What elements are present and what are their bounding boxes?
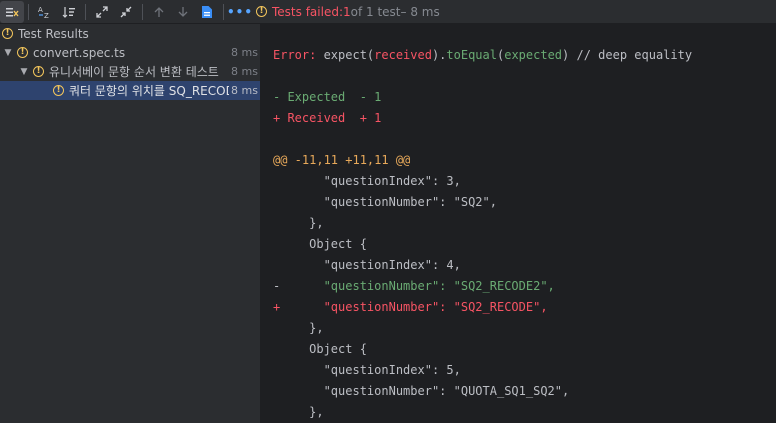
svg-text:A: A: [38, 6, 43, 14]
status-total: of 1 test: [350, 4, 401, 19]
warning-icon: !: [33, 66, 44, 77]
status-failed-count: 1: [343, 4, 351, 19]
diff-line: "questionNumber": "SQ2",: [273, 192, 497, 213]
export-file-icon: [202, 5, 212, 18]
diff-line: "questionIndex": 5,: [273, 360, 461, 381]
diff-line: Object {: [273, 234, 367, 255]
diff-hunk-header: @@ -11,11 +11,11 @@: [273, 153, 411, 167]
test-tree: ! Test Results ▼! convert.spec.ts 8 ms ▼! 유니서베…: [0, 24, 260, 100]
warning-icon: !: [256, 6, 267, 17]
next-failed-button[interactable]: [171, 1, 195, 23]
diff-line: },: [273, 213, 324, 234]
diff-text: "questionNumber": "SQ2_RECODE",: [280, 300, 548, 314]
arrow-down-icon: [178, 6, 188, 17]
more-dots-icon: •••: [227, 4, 254, 19]
sort-by-duration-button[interactable]: [57, 1, 81, 23]
error-prefix: Error:: [273, 48, 324, 62]
collapse-all-button[interactable]: [114, 1, 138, 23]
error-expected: expected: [504, 48, 563, 62]
diff-line: },: [273, 318, 324, 339]
tree-row[interactable]: ! Test Results: [0, 24, 260, 43]
toolbar-separator: [223, 3, 224, 20]
diff-text: Object {: [280, 237, 367, 251]
chevron-down-icon[interactable]: ▼: [2, 48, 14, 58]
error-line: Error: expect(received).toEqual(expected…: [273, 45, 692, 66]
test-tree-panel: ! Test Results ▼! convert.spec.ts 8 ms ▼! 유니서베…: [0, 24, 260, 423]
diff-text: },: [280, 321, 324, 335]
tree-duration: 8 ms: [229, 81, 258, 100]
diff-text: "questionNumber": "SQ2",: [280, 195, 497, 209]
warning-icon: !: [2, 28, 13, 39]
tree-label: 유니서베이 문항 순서 변환 테스트: [49, 65, 219, 79]
tree-label: convert.spec.ts: [33, 45, 126, 60]
expected-legend: - Expected - 1: [273, 90, 382, 104]
tree-row[interactable]: ▼! convert.spec.ts 8 ms: [0, 43, 260, 62]
test-status: ! Tests failed: 1 of 1 test – 8 ms: [256, 5, 440, 19]
collapse-all-icon: [120, 6, 132, 17]
diff-text: },: [280, 216, 324, 230]
tree-label: 쿼터 문항의 위치를 SQ_RECODE: [69, 84, 243, 98]
sort-duration-icon: [62, 6, 75, 18]
tree-row[interactable]: ! 쿼터 문항의 위치를 SQ_RECODE 8 ms: [0, 81, 260, 100]
diff-line: },: [273, 402, 324, 423]
warning-icon: !: [53, 85, 64, 96]
test-output-panel[interactable]: Error: expect(received).toEqual(expected…: [261, 24, 776, 423]
received-legend: + Received + 1: [273, 111, 382, 125]
status-failed-label: Tests failed:: [272, 4, 343, 19]
chevron-down-icon[interactable]: ▼: [18, 67, 30, 77]
tree-label: Test Results: [18, 26, 89, 41]
diff-line: "questionNumber": "QUOTA_SQ1_SQ2",: [273, 381, 570, 402]
error-expect: expect(: [323, 48, 375, 62]
diff-text: "questionNumber": "SQ2_RECODE2",: [280, 279, 555, 293]
filter-passed-icon: [6, 7, 19, 16]
expand-all-button[interactable]: [90, 1, 114, 23]
sort-alphabetically-button[interactable]: A Z: [33, 1, 57, 23]
tree-row[interactable]: ▼! 유니서베이 문항 순서 변환 테스트 8 ms: [0, 62, 260, 81]
diff-line: "questionIndex": 3,: [273, 171, 461, 192]
diff-text: Object {: [280, 342, 367, 356]
diff-line: Object {: [273, 339, 367, 360]
diff-text: },: [280, 405, 324, 419]
sort-az-icon: A Z: [38, 6, 49, 19]
expand-all-icon: [96, 5, 108, 18]
error-received: received: [374, 48, 432, 62]
tree-duration: 8 ms: [231, 65, 258, 78]
diff-text: "questionIndex": 5,: [280, 363, 461, 377]
error-matcher: toEqual: [446, 48, 497, 62]
error-dot: ).: [431, 48, 447, 62]
show-passed-toggle[interactable]: [0, 0, 24, 23]
toolbar-separator: [85, 3, 86, 20]
warning-icon: !: [17, 47, 28, 58]
status-duration: – 8 ms: [400, 4, 440, 19]
diff-text: "questionNumber": "QUOTA_SQ1_SQ2",: [280, 384, 570, 398]
diff-text: "questionIndex": 3,: [280, 174, 461, 188]
export-results-button[interactable]: [195, 1, 219, 23]
tree-duration: 8 ms: [231, 46, 258, 59]
previous-failed-button[interactable]: [147, 1, 171, 23]
error-comment: // deep equality: [569, 48, 693, 62]
svg-text:Z: Z: [44, 12, 49, 19]
arrow-up-icon: [154, 6, 164, 17]
toolbar-separator: [142, 3, 143, 20]
diff-line: "questionIndex": 4,: [273, 255, 461, 276]
toolbar-separator: [28, 3, 29, 20]
diff-text: "questionIndex": 4,: [280, 258, 461, 272]
diff-line: - "questionNumber": "SQ2_RECODE2",: [273, 276, 555, 297]
diff-line: + "questionNumber": "SQ2_RECODE",: [273, 297, 548, 318]
test-toolbar: A Z ••• ! Tests failed: 1 of 1 test – 8 …: [0, 0, 776, 24]
more-options-button[interactable]: •••: [227, 1, 254, 23]
